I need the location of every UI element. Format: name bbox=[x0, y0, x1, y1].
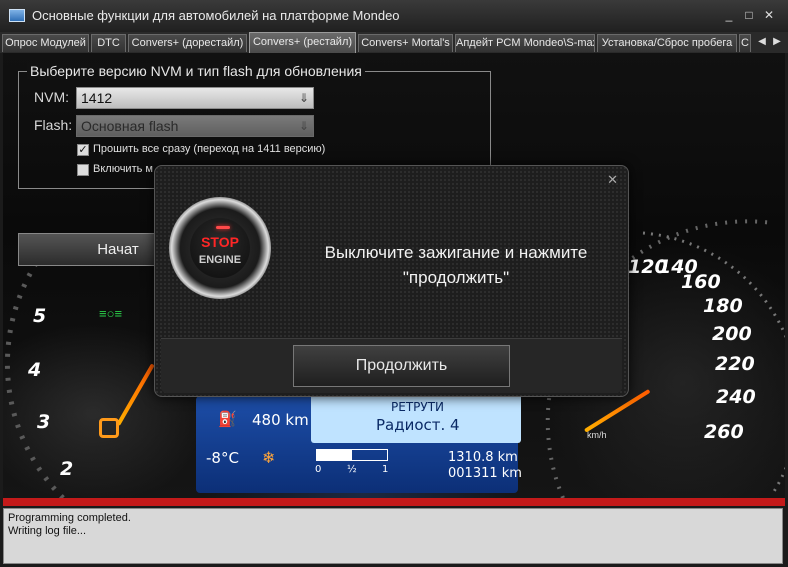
left-gauge-label: 3 bbox=[37, 411, 51, 433]
maximize-icon[interactable]: □ bbox=[743, 9, 755, 21]
lcd-range: 480 km bbox=[252, 411, 309, 429]
minimize-icon[interactable]: _ bbox=[723, 9, 735, 21]
fuel-scale-full: 1 bbox=[382, 464, 389, 475]
log-line: Writing log file... bbox=[8, 525, 87, 537]
tab-convers-facelift[interactable]: Convers+ (рестайл) bbox=[249, 32, 356, 53]
lcd-odometer: 1310.8 km bbox=[448, 450, 518, 465]
right-gauge-label: 260 bbox=[704, 421, 744, 443]
left-gauge-label: 2 bbox=[60, 458, 74, 480]
nvm-group-legend: Выберите версию NVM и тип flash для обно… bbox=[27, 63, 365, 79]
flash-select-value: Основная flash bbox=[81, 118, 179, 134]
dropdown-arrow-icon: ⇓ bbox=[298, 119, 309, 133]
stop-text: STOP bbox=[201, 234, 239, 250]
tab-module-scan[interactable]: Опрос Модулей bbox=[2, 34, 89, 52]
log-panel: Programming completed. Writing log file.… bbox=[3, 508, 783, 564]
title-bar: Основные функции для автомобилей на плат… bbox=[0, 0, 788, 32]
tab-overflow[interactable]: С bbox=[739, 34, 751, 52]
app-icon bbox=[9, 9, 25, 22]
flash-all-checkbox[interactable]: ✓ bbox=[77, 144, 89, 156]
close-icon[interactable]: ✕ bbox=[763, 9, 775, 21]
flash-all-label: Прошить все сразу (переход на 1411 верси… bbox=[93, 143, 326, 155]
tab-pcm-update[interactable]: Апдейт PCM Mondeo\S-max bbox=[455, 34, 595, 52]
tab-bar: Опрос Модулей DTC Convers+ (дорестайл) C… bbox=[0, 32, 788, 53]
lcd-trip: 001311 km bbox=[448, 466, 522, 481]
right-gauge-label: 200 bbox=[712, 323, 752, 345]
fuel-pump-icon: ⛽ bbox=[218, 410, 237, 428]
nvm-select[interactable]: 1412 ⇓ bbox=[76, 87, 314, 109]
sidelight-indicator-icon: ≡○≡ bbox=[99, 306, 123, 321]
speed-unit: km/h bbox=[587, 430, 607, 440]
include-checkbox[interactable] bbox=[77, 164, 89, 176]
engine-text: ENGINE bbox=[198, 254, 242, 266]
dialog-footer: Продолжить bbox=[161, 338, 622, 393]
tab-convers-mortals[interactable]: Convers+ Mortal's bbox=[358, 34, 453, 52]
window-title: Основные функции для автомобилей на плат… bbox=[32, 8, 400, 23]
dropdown-arrow-icon: ⇓ bbox=[298, 91, 309, 105]
nvm-select-value: 1412 bbox=[81, 90, 113, 106]
stop-led bbox=[216, 226, 230, 229]
flash-select[interactable]: Основная flash ⇓ bbox=[76, 115, 314, 137]
battery-warning-icon bbox=[99, 418, 119, 438]
lcd-temperature: -8°C bbox=[206, 449, 239, 467]
include-label: Включить м bbox=[93, 163, 153, 175]
left-gauge-label: 4 bbox=[28, 359, 42, 381]
nvm-label: NVM: bbox=[34, 89, 69, 105]
right-gauge-label: 240 bbox=[716, 386, 756, 408]
tab-scroll-right-icon[interactable]: ▶ bbox=[770, 33, 784, 50]
dialog-close-icon[interactable]: ✕ bbox=[607, 172, 618, 188]
right-gauge-label: 220 bbox=[715, 353, 755, 375]
fuel-gauge-bar bbox=[316, 449, 388, 461]
flash-label: Flash: bbox=[34, 117, 73, 133]
lcd-display: ⛽ 480 km -8°C ❄ РЕТРУТИ Радиост. 4 0 ½ 1… bbox=[196, 394, 522, 493]
tab-scroll-left-icon[interactable]: ◀ bbox=[755, 33, 769, 50]
lcd-menu-top: РЕТРУТИ bbox=[391, 400, 445, 414]
stop-engine-face: STOP ENGINE bbox=[190, 218, 250, 278]
tab-dtc[interactable]: DTC bbox=[91, 34, 126, 52]
progress-bar bbox=[3, 498, 785, 506]
left-gauge-label: 5 bbox=[33, 305, 47, 327]
fuel-scale-empty: 0 bbox=[315, 464, 322, 475]
frost-warning-icon: ❄ bbox=[262, 448, 276, 467]
log-line: Programming completed. bbox=[8, 512, 131, 524]
continue-button[interactable]: Продолжить bbox=[293, 345, 510, 387]
dialog-message: Выключите зажигание и нажмите "продолжит… bbox=[324, 243, 588, 287]
right-gauge-label: 180 bbox=[703, 295, 743, 317]
tab-mileage[interactable]: Установка/Сброс пробега bbox=[597, 34, 737, 52]
lcd-menu-item: Радиост. 4 bbox=[376, 416, 460, 434]
stop-engine-button-icon: STOP ENGINE bbox=[169, 197, 271, 299]
ignition-dialog: ✕ STOP ENGINE Выключите зажигание и нажм… bbox=[154, 165, 629, 397]
tab-convers-prefacelift[interactable]: Convers+ (дорестайл) bbox=[128, 34, 247, 52]
right-gauge-label: 160 bbox=[681, 271, 721, 293]
fuel-scale-half: ½ bbox=[347, 464, 357, 475]
